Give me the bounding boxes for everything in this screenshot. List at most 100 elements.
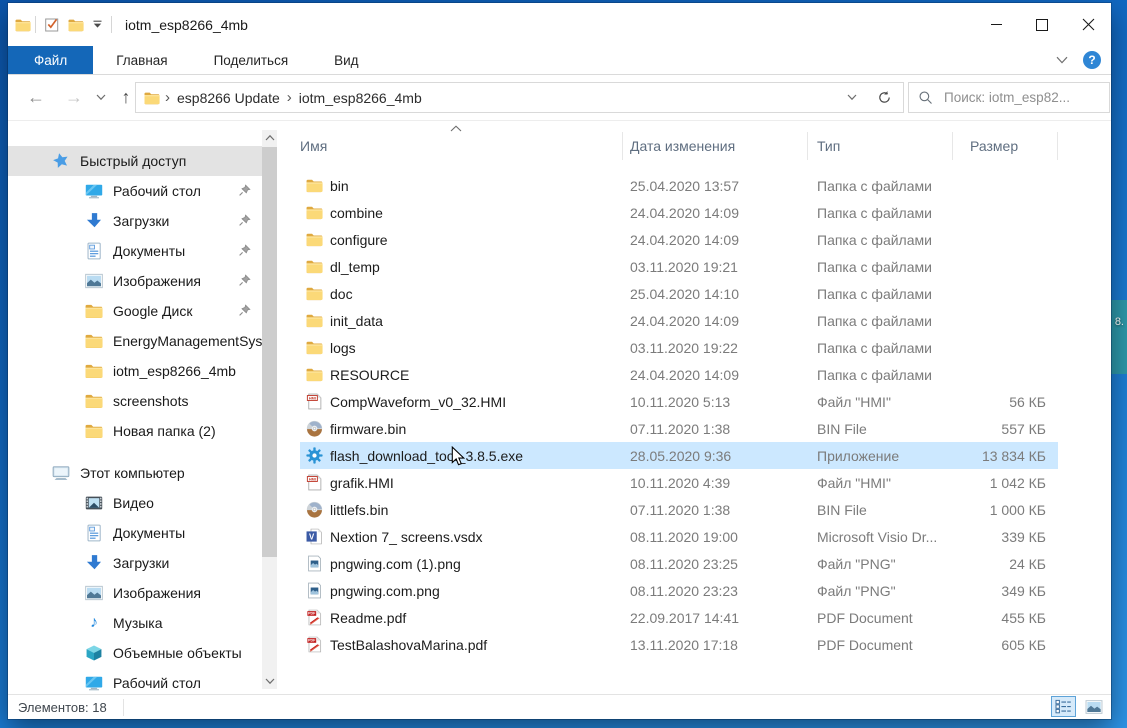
file-row[interactable]: VNextion 7_ screens.vsdx08.11.2020 19:00… [300,523,1058,550]
scroll-down-icon[interactable] [262,674,277,689]
file-date: 03.11.2020 19:22 [623,340,808,356]
file-date: 24.04.2020 14:09 [623,367,808,383]
sidebar-item[interactable]: Быстрый доступ [8,146,262,176]
file-row[interactable]: doc25.04.2020 14:10Папка с файлами [300,280,1058,307]
collapse-ribbon-chevron-icon[interactable] [1056,56,1068,64]
address-bar[interactable]: › esp8266 Update › iotm_esp8266_4mb [135,82,866,113]
tab-3[interactable]: Вид [311,46,381,74]
file-row[interactable]: HMICompWaveform_v0_32.HMI10.11.2020 5:13… [300,388,1058,415]
sidebar-item[interactable]: Google Диск [8,296,262,326]
desktop-fragment-label: 8. [1115,316,1124,328]
status-bar: Элементов: 18 [8,694,1111,719]
sidebar-item[interactable]: Изображения [8,266,262,296]
file-row[interactable]: littlefs.bin07.11.2020 1:38BIN File1 000… [300,496,1058,523]
file-row[interactable]: init_data24.04.2020 14:09Папка с файлами [300,307,1058,334]
pdf-file-icon: PDF [306,636,323,653]
sidebar-item[interactable]: Документы [8,518,262,548]
column-header-0[interactable]: Имя [300,132,623,160]
sidebar-item[interactable]: Рабочий стол [8,668,262,695]
sidebar-item[interactable]: iotm_esp8266_4mb [8,356,262,386]
breadcrumb-item[interactable]: iotm_esp8266_4mb [297,90,424,106]
file-name-cell: pngwing.com (1).png [300,555,623,572]
tab-2[interactable]: Поделиться [191,46,312,74]
video-icon [85,494,103,512]
file-row[interactable]: HMIgrafik.HMI10.11.2020 4:39Файл "HMI"1 … [300,469,1058,496]
file-row[interactable]: PDFReadme.pdf22.09.2017 14:41PDF Documen… [300,604,1058,631]
column-header-1[interactable]: Дата изменения [623,132,808,160]
breadcrumb-item[interactable]: esp8266 Update [175,90,282,106]
file-date: 24.04.2020 14:09 [623,313,808,329]
separator [111,16,112,33]
sidebar-item[interactable]: screenshots [8,386,262,416]
sidebar-item[interactable]: Новая папка (2) [8,416,262,446]
file-name-cell: logs [300,339,623,356]
sidebar-item[interactable]: Загрузки [8,206,262,236]
sidebar-item-label: Загрузки [113,555,262,571]
pin-icon [238,274,251,287]
file-row[interactable]: RESOURCE24.04.2020 14:09Папка с файлами [300,361,1058,388]
file-name: combine [330,205,383,221]
file-row[interactable]: PDFTestBalashovaMarina.pdf13.11.2020 17:… [300,631,1058,658]
ribbon-tabs: ФайлГлавнаяПоделитьсяВид ? [8,46,1111,75]
file-row[interactable]: flash_download_tool_3.8.5.exe28.05.2020 … [300,442,1058,469]
file-row[interactable]: pngwing.com (1).png08.11.2020 23:25Файл … [300,550,1058,577]
sidebar-item[interactable]: Объемные объекты [8,638,262,668]
folder-icon [85,392,103,410]
sidebar-item[interactable]: EnergyManagementSystemN [8,326,262,356]
app-folder-icon [15,18,31,32]
bin-file-icon [306,501,323,518]
file-row[interactable]: combine24.04.2020 14:09Папка с файлами [300,199,1058,226]
search-input[interactable] [942,89,1109,106]
music-icon: ♪ [85,614,103,632]
column-header-3[interactable]: Размер [953,132,1058,160]
sidebar-item-label: iotm_esp8266_4mb [113,363,262,379]
file-size: 1 042 КБ [953,475,1058,491]
scroll-up-icon[interactable] [262,130,277,145]
sidebar-scrollbar[interactable] [262,130,277,689]
address-dropdown-chevron-icon[interactable] [839,83,865,112]
sidebar-item[interactable]: ♪Музыка [8,608,262,638]
sidebar-item-label: Быстрый доступ [80,153,262,169]
back-button[interactable]: ← [24,75,48,120]
tab-0[interactable]: Файл [8,46,93,74]
visio-file-icon: V [306,528,323,545]
sidebar-item[interactable]: Рабочий стол [8,176,262,206]
file-list-pane: ИмяДата измененияТипРазмер bin25.04.2020… [290,120,1111,695]
qat-customize-dropdown-icon[interactable] [92,20,103,29]
sidebar-item[interactable]: Видео [8,488,262,518]
details-view-button[interactable] [1051,696,1076,717]
file-row[interactable]: logs03.11.2020 19:22Папка с файлами [300,334,1058,361]
sidebar-item[interactable]: Изображения [8,578,262,608]
separator [123,699,124,716]
file-row[interactable]: pngwing.com.png08.11.2020 23:23Файл "PNG… [300,577,1058,604]
scrollbar-thumb[interactable] [262,147,277,557]
properties-checkbox-icon[interactable] [44,17,60,32]
close-button[interactable] [1065,3,1111,46]
column-header-2[interactable]: Тип [808,132,953,160]
large-icons-view-button[interactable] [1081,696,1106,717]
sidebar-item[interactable]: Загрузки [8,548,262,578]
sidebar-item[interactable]: Этот компьютер [8,458,262,488]
forward-button[interactable]: → [62,75,86,120]
folder-icon [306,231,323,248]
tab-1[interactable]: Главная [93,46,190,74]
new-folder-icon[interactable] [68,18,84,32]
downloads-icon [85,554,103,572]
file-row[interactable]: configure24.04.2020 14:09Папка с файлами [300,226,1058,253]
sort-ascending-icon [450,125,462,132]
file-row[interactable]: bin25.04.2020 13:57Папка с файлами [300,172,1058,199]
file-name: Nextion 7_ screens.vsdx [330,529,483,545]
folder-icon [306,204,323,221]
svg-text:PDF: PDF [308,639,316,643]
minimize-button[interactable] [973,3,1019,46]
recent-locations-chevron-icon[interactable] [94,75,108,120]
help-button[interactable]: ? [1083,51,1101,69]
maximize-button[interactable] [1019,3,1065,46]
file-name-cell: PDFReadme.pdf [300,609,623,626]
refresh-button[interactable] [865,82,904,113]
file-row[interactable]: firmware.bin07.11.2020 1:38BIN File557 К… [300,415,1058,442]
file-type: PDF Document [808,610,953,626]
file-name: bin [330,178,349,194]
file-row[interactable]: dl_temp03.11.2020 19:21Папка с файлами [300,253,1058,280]
sidebar-item[interactable]: Документы [8,236,262,266]
